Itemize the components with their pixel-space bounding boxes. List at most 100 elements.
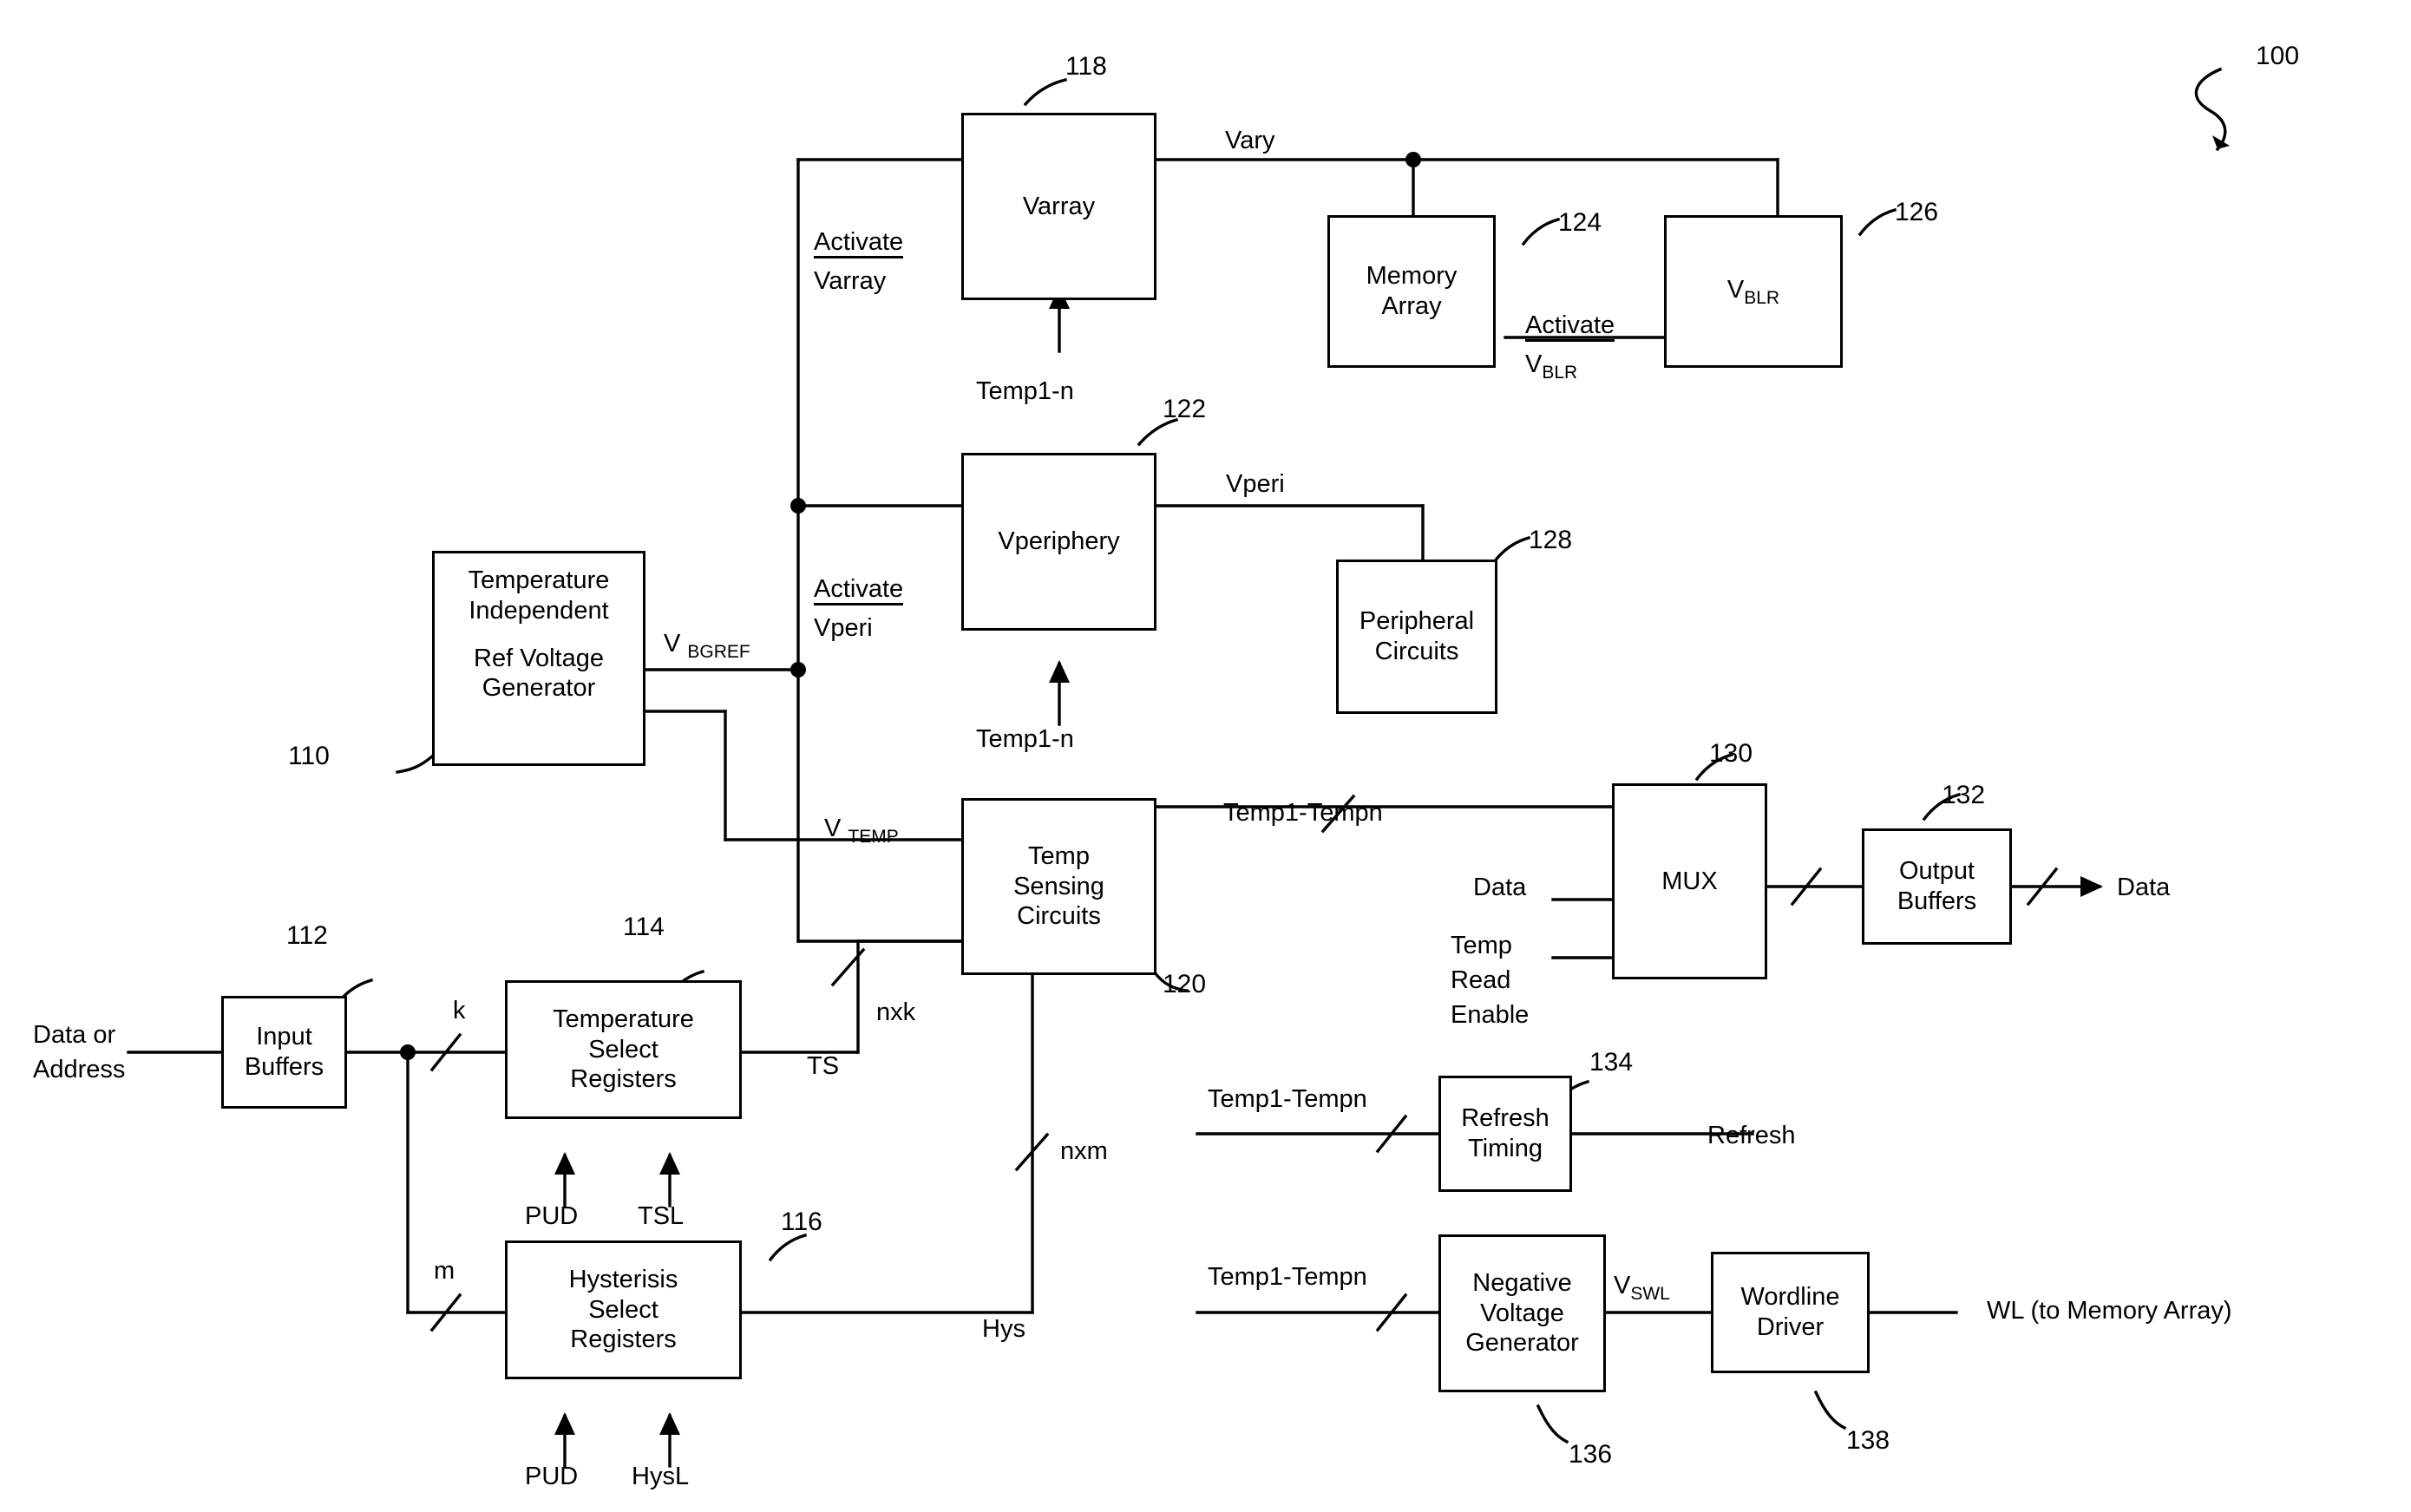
nvg-label-line2: Voltage bbox=[1480, 1299, 1564, 1327]
label-temp1n-vperiphery: Temp1-n bbox=[976, 725, 1074, 753]
label-refresh-output: Refresh bbox=[1707, 1122, 1796, 1149]
block-memory-array-label-line2: Array bbox=[1381, 292, 1442, 320]
label-activate-varray-line2: Varray bbox=[814, 267, 887, 295]
label-activate-vperi: Activate bbox=[814, 574, 904, 605]
block-memory-array-label-line1: Memory bbox=[1366, 262, 1458, 291]
refnum-110: 110 bbox=[288, 742, 330, 770]
label-temp-read-enable-line2: Read bbox=[1451, 966, 1511, 994]
block-temp-sensing-circuits[interactable]: Temp Sensing Circuits bbox=[961, 798, 1156, 975]
block-ref-voltage-generator[interactable]: Temperature Independent Ref Voltage Gene… bbox=[432, 551, 645, 766]
block-refresh-timing[interactable]: Refresh Timing bbox=[1438, 1076, 1572, 1192]
refgen-label-line4: Generator bbox=[482, 674, 596, 703]
tsr-label-line2: Select bbox=[588, 1035, 658, 1064]
block-wordline-driver[interactable]: Wordline Driver bbox=[1711, 1252, 1870, 1373]
label-hys: Hys bbox=[982, 1315, 1025, 1343]
refnum-124: 124 bbox=[1558, 208, 1602, 237]
label-tsl: TSL bbox=[638, 1202, 685, 1230]
label-temp-read-enable-line3: Enable bbox=[1451, 1001, 1530, 1029]
block-mux[interactable]: MUX bbox=[1612, 783, 1767, 979]
refnum-116: 116 bbox=[781, 1208, 822, 1236]
temp-sensing-label-line3: Circuits bbox=[1017, 902, 1101, 931]
refgen-label-line1: Temperature bbox=[468, 566, 610, 594]
block-varray-label: Varray bbox=[1022, 192, 1096, 220]
label-bus-k: k bbox=[453, 997, 466, 1024]
label-vtemp: V TEMP bbox=[824, 815, 899, 847]
wld-label-line1: Wordline bbox=[1740, 1283, 1840, 1312]
label-activate-vblr: Activate bbox=[1525, 311, 1615, 342]
label-temp-read-enable-line1: Temp bbox=[1451, 932, 1512, 959]
label-activate-vperi-line2: Vperi bbox=[814, 614, 873, 642]
label-bus-nxm: nxm bbox=[1060, 1137, 1108, 1165]
label-pud-hysterisis: PUD bbox=[525, 1463, 579, 1490]
label-temp1-tempn-refresh: Temp1-Tempn bbox=[1208, 1085, 1367, 1113]
diagram-lines bbox=[127, 67, 2230, 1468]
block-peripheral-circuits[interactable]: Peripheral Circuits bbox=[1336, 560, 1497, 714]
refnum-126: 126 bbox=[1895, 198, 1939, 226]
refnum-118: 118 bbox=[1065, 52, 1107, 81]
hsr-label-line1: Hysterisis bbox=[568, 1265, 678, 1293]
wld-label-line2: Driver bbox=[1756, 1313, 1825, 1341]
label-temp1-tempn-nvg: Temp1-Tempn bbox=[1208, 1263, 1367, 1291]
output-buffers-label-line1: Output bbox=[1898, 857, 1975, 886]
nvg-label-line1: Negative bbox=[1472, 1268, 1572, 1297]
label-data-output: Data bbox=[2117, 874, 2171, 901]
label-vary: Vary bbox=[1225, 127, 1275, 154]
figure-canvas: Varray Memory Array VBLR Vperiphery Peri… bbox=[0, 0, 2411, 1512]
block-varray[interactable]: Varray bbox=[961, 113, 1156, 300]
refnum-138: 138 bbox=[1846, 1426, 1890, 1455]
block-vblr[interactable]: VBLR bbox=[1664, 215, 1843, 368]
refnum-120: 120 bbox=[1163, 970, 1207, 998]
hsr-label-line3: Registers bbox=[570, 1325, 677, 1354]
refresh-timing-label-line2: Timing bbox=[1468, 1135, 1543, 1162]
label-wl-output: WL (to Memory Array) bbox=[1987, 1297, 2232, 1325]
refnum-122: 122 bbox=[1163, 395, 1207, 423]
block-temperature-select-registers[interactable]: Temperature Select Registers bbox=[505, 980, 742, 1119]
refnum-112: 112 bbox=[286, 921, 328, 950]
refnum-136: 136 bbox=[1569, 1440, 1613, 1469]
label-data-or-address-line1: Data or bbox=[33, 1021, 116, 1049]
refresh-timing-label-line1: Refresh bbox=[1461, 1104, 1549, 1133]
block-vblr-label: VBLR bbox=[1726, 275, 1780, 308]
tsr-label-line3: Registers bbox=[570, 1065, 677, 1094]
label-activate-varray: Activate bbox=[814, 227, 904, 259]
temp-sensing-label-line1: Temp bbox=[1028, 841, 1090, 870]
block-peripheral-circuits-label-line2: Circuits bbox=[1374, 638, 1459, 665]
nvg-label-line3: Generator bbox=[1465, 1329, 1579, 1358]
label-vswl: VSWL bbox=[1614, 1272, 1670, 1304]
refgen-label-line2: Independent bbox=[468, 596, 609, 625]
block-negative-voltage-generator[interactable]: Negative Voltage Generator bbox=[1438, 1234, 1606, 1392]
refnum-114: 114 bbox=[623, 913, 665, 941]
block-hysterisis-select-registers[interactable]: Hysterisis Select Registers bbox=[505, 1240, 742, 1379]
block-vperiphery-label: Vperiphery bbox=[998, 527, 1120, 556]
hsr-label-line2: Select bbox=[588, 1295, 658, 1324]
input-buffers-label-line1: Input bbox=[256, 1023, 312, 1051]
label-bus-nxk: nxk bbox=[876, 998, 916, 1026]
refnum-134: 134 bbox=[1589, 1048, 1634, 1077]
label-hysl: HysL bbox=[632, 1463, 690, 1490]
label-temp1n-varray: Temp1-n bbox=[976, 377, 1074, 405]
block-output-buffers[interactable]: Output Buffers bbox=[1862, 828, 2012, 945]
refnum-128: 128 bbox=[1529, 526, 1573, 554]
label-ts: TS bbox=[807, 1052, 840, 1080]
block-peripheral-circuits-label-line1: Peripheral bbox=[1359, 607, 1475, 636]
label-bus-m: m bbox=[434, 1257, 455, 1285]
label-vperi: Vperi bbox=[1226, 470, 1285, 498]
block-vperiphery[interactable]: Vperiphery bbox=[961, 453, 1156, 631]
refnum-100: 100 bbox=[2256, 42, 2300, 70]
block-memory-array[interactable]: Memory Array bbox=[1327, 215, 1496, 368]
temp-sensing-label-line2: Sensing bbox=[1013, 872, 1104, 900]
label-temp1-tempn-mux: Temp1-Tempn bbox=[1223, 799, 1383, 827]
refnum-132: 132 bbox=[1942, 781, 1986, 809]
refnum-130: 130 bbox=[1709, 739, 1753, 768]
block-input-buffers[interactable]: Input Buffers bbox=[221, 996, 347, 1109]
label-pud-temperature: PUD bbox=[525, 1202, 579, 1230]
label-data-or-address-line2: Address bbox=[33, 1056, 126, 1083]
label-activate-vblr-line2: VBLR bbox=[1525, 350, 1578, 383]
output-buffers-label-line2: Buffers bbox=[1897, 887, 1977, 915]
label-data-mux-input: Data bbox=[1473, 874, 1527, 901]
tsr-label-line1: Temperature bbox=[553, 1005, 694, 1033]
block-mux-label: MUX bbox=[1661, 867, 1718, 895]
input-buffers-label-line2: Buffers bbox=[244, 1053, 324, 1081]
refgen-label-line3: Ref Voltage bbox=[474, 644, 604, 672]
label-vbgref: V BGREF bbox=[664, 630, 750, 662]
